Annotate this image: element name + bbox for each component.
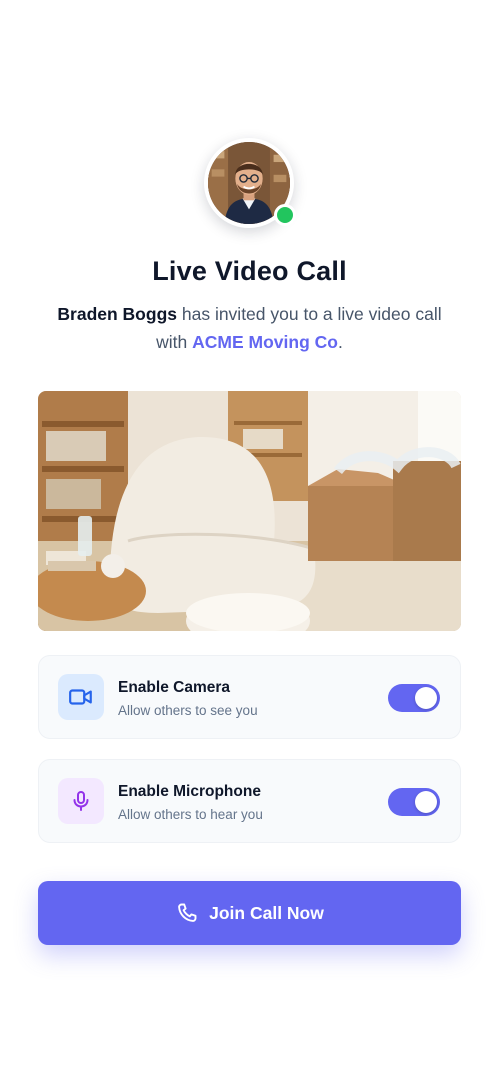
microphone-toggle-switch[interactable] (388, 788, 440, 816)
page-title: Live Video Call (152, 256, 347, 286)
caller-avatar-container (204, 138, 296, 228)
invite-text: has invited you to a live video call (177, 304, 442, 324)
join-call-label: Join Call Now (209, 902, 324, 923)
toggle-knob (415, 791, 437, 813)
camera-toggle-switch[interactable] (388, 684, 440, 712)
microphone-icon-box (58, 778, 104, 824)
microphone-icon (73, 791, 89, 811)
video-camera-icon (69, 689, 92, 705)
camera-icon-box (58, 674, 104, 720)
microphone-toggle-description: Allow others to hear you (118, 807, 263, 822)
invite-text-end: . (337, 332, 343, 352)
online-status-indicator (274, 204, 296, 226)
room-preview-image (38, 391, 461, 631)
phone-icon (175, 901, 199, 925)
invite-text-with: with (156, 332, 193, 352)
invite-message: Braden Boggs has invited you to a live v… (30, 300, 469, 356)
join-call-button[interactable]: Join Call Now (38, 881, 461, 945)
video-call-invite-screen: Live Video Call Braden Boggs has invited… (0, 0, 499, 1080)
camera-toggle-description: Allow others to see you (118, 703, 258, 718)
company-name: ACME Moving Co (192, 332, 338, 352)
camera-toggle-card: Enable Camera Allow others to see you (38, 655, 461, 739)
microphone-toggle-card: Enable Microphone Allow others to hear y… (38, 759, 461, 843)
camera-toggle-label: Enable Camera (118, 679, 230, 696)
microphone-toggle-label: Enable Microphone (118, 783, 261, 800)
toggle-knob (415, 687, 437, 709)
inviter-name: Braden Boggs (57, 304, 177, 324)
